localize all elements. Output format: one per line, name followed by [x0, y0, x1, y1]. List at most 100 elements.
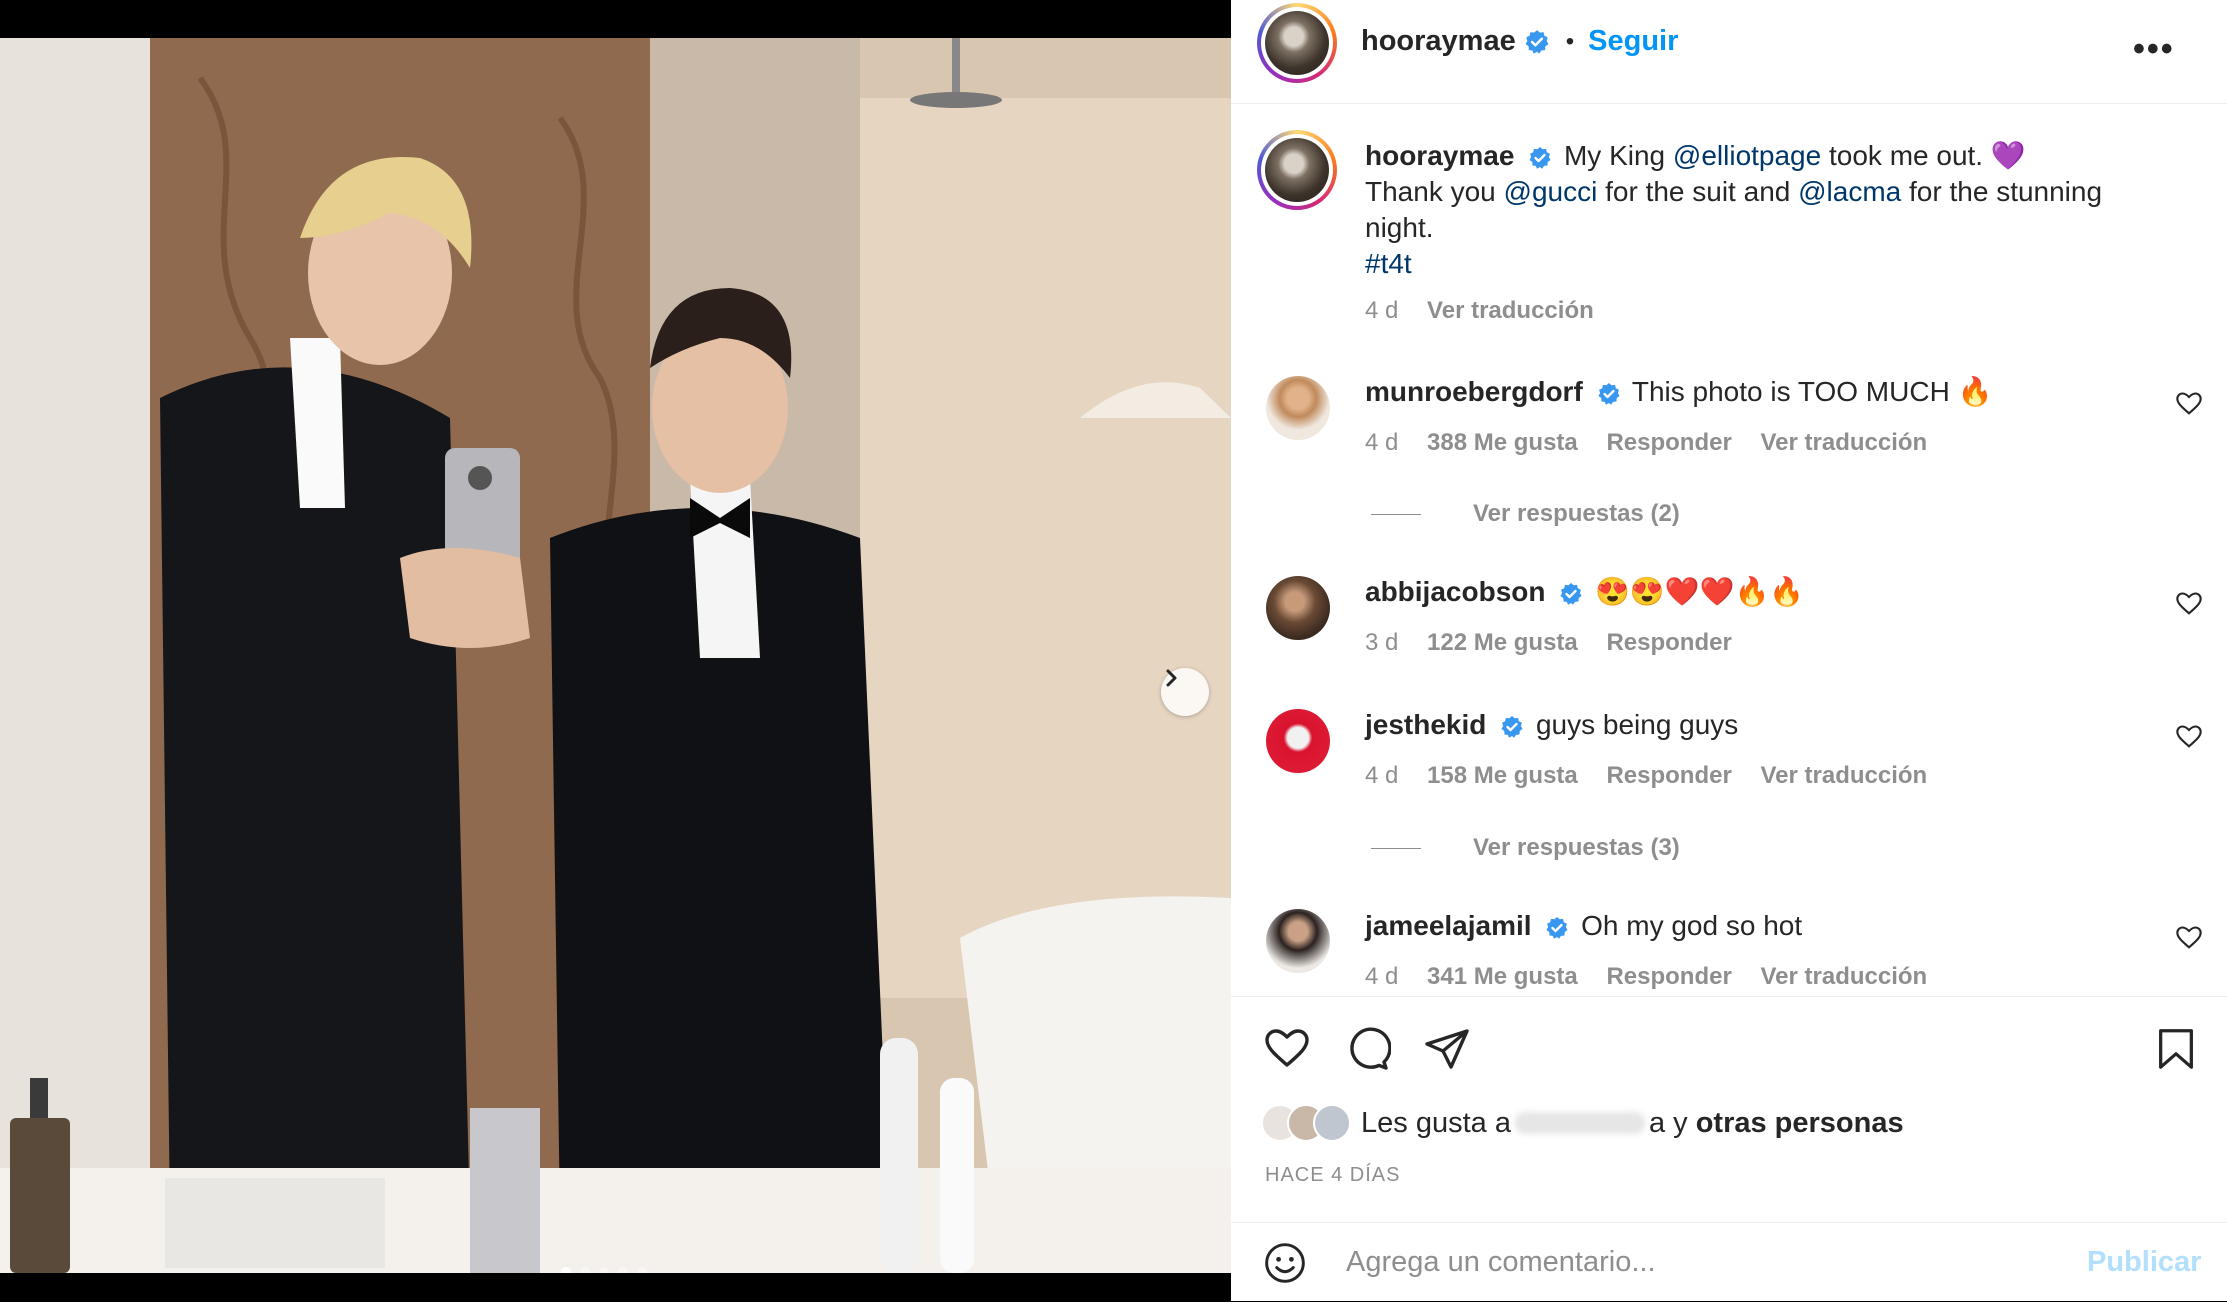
commenter-avatar[interactable]: [1266, 909, 1330, 973]
replies-divider: [1371, 513, 1421, 515]
comment-likes[interactable]: 388 Me gusta: [1427, 429, 1578, 456]
hashtag-link[interactable]: #t4t: [1365, 248, 1412, 279]
comment-likes[interactable]: 158 Me gusta: [1427, 762, 1578, 789]
post-photo: [0, 38, 1231, 1273]
comment-time: 4 d: [1365, 429, 1399, 456]
like-comment-heart-icon[interactable]: [2175, 590, 2203, 618]
share-icon[interactable]: [1423, 1025, 1471, 1073]
avatar: [1265, 138, 1329, 202]
liker-avatars: [1261, 1104, 1351, 1142]
blurred-username: [1514, 1112, 1645, 1134]
comment-username[interactable]: jesthekid: [1365, 709, 1486, 740]
likes-suffix: a y: [1648, 1106, 1688, 1139]
view-replies-label: Ver respuestas (3): [1473, 834, 1680, 861]
more-options-icon[interactable]: •••: [2133, 30, 2175, 69]
comment-username[interactable]: munroebergdorf: [1365, 376, 1583, 407]
caption-author-avatar[interactable]: [1257, 130, 1337, 210]
verified-badge-icon: [1501, 715, 1523, 738]
comment-meta: 3 d 122 Me gusta Responder: [1365, 629, 1754, 657]
avatar: [1265, 11, 1329, 75]
comment-text: jameelajamil Oh my god so hot: [1365, 908, 2165, 944]
caption-part: My King: [1563, 140, 1673, 171]
translate-button[interactable]: Ver traducción: [1760, 762, 1927, 789]
carousel-dot: [599, 1267, 609, 1273]
comment-body: guys being guys: [1535, 709, 1739, 740]
post-date: HACE 4 DÍAS: [1265, 1164, 1401, 1186]
commenter-avatar[interactable]: [1266, 376, 1330, 440]
view-replies-button[interactable]: Ver respuestas (3): [1371, 834, 1680, 862]
commenter-avatar[interactable]: [1266, 576, 1330, 640]
heart-icon[interactable]: [1263, 1025, 1311, 1073]
comment-body: Oh my god so hot: [1581, 910, 1803, 941]
reply-button[interactable]: Responder: [1606, 629, 1731, 656]
next-photo-button[interactable]: [1161, 668, 1209, 716]
carousel-dot: [580, 1267, 590, 1273]
post-side-panel: hooraymae • Seguir ••• hooraymae My King…: [1231, 0, 2227, 1301]
caption-time: 4 d: [1365, 297, 1399, 324]
author-username[interactable]: hooraymae: [1361, 25, 1516, 58]
emoji-icon[interactable]: [1263, 1241, 1307, 1285]
mention-link[interactable]: @elliotpage: [1673, 140, 1821, 171]
reply-button[interactable]: Responder: [1606, 963, 1731, 990]
commenter-avatar[interactable]: [1266, 709, 1330, 773]
translate-button[interactable]: Ver traducción: [1760, 963, 1927, 990]
like-comment-heart-icon[interactable]: [2175, 723, 2203, 751]
view-replies-label: Ver respuestas (2): [1473, 500, 1680, 527]
action-bar-divider: [1231, 996, 2227, 997]
author-info: hooraymae • Seguir: [1361, 25, 1678, 58]
comment-text: munroebergdorf This photo is TOO MUCH 🔥: [1365, 374, 2165, 410]
caption-meta: 4 d Ver traducción: [1365, 297, 1616, 325]
caption-part: took me out. 💜: [1821, 140, 2026, 171]
verified-badge-icon: [1560, 582, 1582, 605]
caption-part: Thank you: [1365, 176, 1504, 207]
post-header: hooraymae • Seguir •••: [1231, 0, 2227, 104]
carousel-indicator: [561, 1267, 647, 1273]
likes-prefix: Les gusta a: [1361, 1106, 1511, 1139]
separator-dot: •: [1565, 27, 1575, 55]
comment-body: This photo is TOO MUCH 🔥: [1631, 376, 1993, 407]
comment-username[interactable]: jameelajamil: [1365, 910, 1532, 941]
comment-body: 😍😍❤️❤️🔥🔥: [1595, 576, 1805, 607]
reply-button[interactable]: Responder: [1606, 429, 1731, 456]
comment-text: jesthekid guys being guys: [1365, 707, 2165, 743]
comment-likes[interactable]: 341 Me gusta: [1427, 963, 1578, 990]
verified-badge-icon: [1525, 29, 1549, 54]
carousel-dot: [637, 1267, 647, 1273]
comment-username[interactable]: abbijacobson: [1365, 576, 1545, 607]
comment-input[interactable]: [1344, 1241, 2068, 1283]
others-link[interactable]: otras personas: [1696, 1107, 1904, 1140]
save-icon[interactable]: [2153, 1025, 2199, 1073]
likes-summary[interactable]: Les gusta a a y otras personas: [1261, 1104, 1904, 1142]
comment-time: 4 d: [1365, 762, 1399, 789]
like-comment-heart-icon[interactable]: [2175, 924, 2203, 952]
next-arrow-icon: [1166, 669, 1177, 687]
author-avatar[interactable]: [1257, 3, 1337, 83]
comment-time: 3 d: [1365, 629, 1399, 656]
caption-username[interactable]: hooraymae: [1365, 140, 1514, 171]
view-replies-button[interactable]: Ver respuestas (2): [1371, 500, 1680, 528]
caption-part: for the suit and: [1597, 176, 1799, 207]
mirror-selfie-image: [0, 38, 1231, 1273]
comment-meta: 4 d 158 Me gusta Responder Ver traducció…: [1365, 762, 1949, 790]
comment-time: 4 d: [1365, 963, 1399, 990]
replies-divider: [1371, 847, 1421, 849]
follow-button[interactable]: Seguir: [1588, 25, 1678, 58]
publish-button[interactable]: Publicar: [2087, 1246, 2201, 1279]
mention-link[interactable]: @gucci: [1504, 176, 1598, 207]
add-comment-bar: Publicar: [1231, 1222, 2227, 1302]
carousel-dot: [561, 1267, 571, 1273]
caption-text: hooraymae My King @elliotpage took me ou…: [1365, 138, 2165, 282]
reply-button[interactable]: Responder: [1606, 762, 1731, 789]
verified-badge-icon: [1598, 382, 1620, 405]
avatar: [1313, 1104, 1351, 1142]
carousel-dot: [618, 1267, 628, 1273]
comments-section[interactable]: hooraymae My King @elliotpage took me ou…: [1231, 104, 2227, 996]
like-comment-heart-icon[interactable]: [2175, 390, 2203, 418]
comment-meta: 4 d 341 Me gusta Responder Ver traducció…: [1365, 963, 1949, 991]
comment-meta: 4 d 388 Me gusta Responder Ver traducció…: [1365, 429, 1949, 457]
comment-icon[interactable]: [1343, 1025, 1391, 1073]
mention-link[interactable]: @lacma: [1798, 176, 1901, 207]
translate-button[interactable]: Ver traducción: [1427, 297, 1594, 324]
translate-button[interactable]: Ver traducción: [1760, 429, 1927, 456]
comment-likes[interactable]: 122 Me gusta: [1427, 629, 1578, 656]
